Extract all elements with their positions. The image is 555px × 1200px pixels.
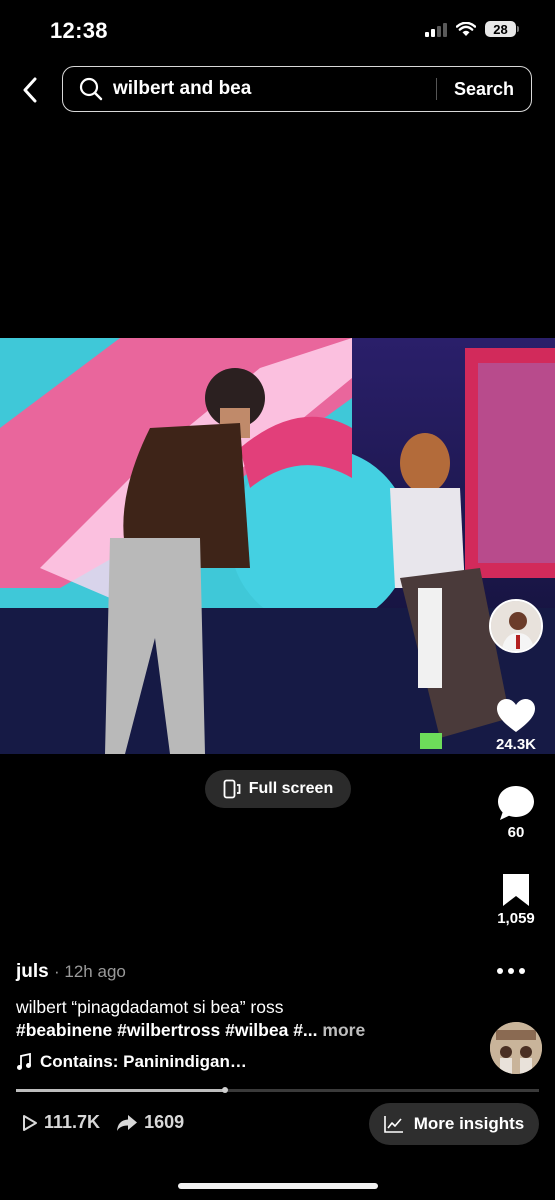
home-indicator[interactable] (178, 1183, 378, 1189)
creator-avatar[interactable] (489, 599, 543, 653)
shares-stat: 1609 (116, 1112, 184, 1133)
caption-text: wilbert “pinagdadamot si bea” ross (16, 997, 284, 1017)
search-button[interactable]: Search (437, 79, 531, 100)
play-icon (23, 1114, 37, 1131)
wifi-icon (456, 21, 476, 36)
comment-icon (498, 786, 534, 820)
search-input[interactable]: wilbert and bea (113, 78, 436, 100)
search-bar[interactable]: wilbert and bea Search (62, 66, 532, 112)
post-time: · 12h ago (54, 962, 126, 981)
more-insights-button[interactable]: More insights (369, 1103, 539, 1145)
sound-avatar[interactable] (490, 1022, 542, 1074)
comment-count: 60 (507, 824, 525, 841)
video-frame (0, 338, 555, 754)
author-line: juls · 12h ago (16, 961, 126, 983)
heart-icon (497, 699, 535, 732)
battery-icon: 28 (485, 21, 519, 37)
status-time: 12:38 (50, 18, 108, 43)
save-button[interactable]: 1,059 (486, 872, 546, 927)
post-stats: 111.7K 1609 (22, 1112, 184, 1133)
fullscreen-button[interactable]: Full screen (205, 770, 351, 808)
music-title: Contains: Paninindigan… (40, 1052, 247, 1071)
bookmark-icon (503, 874, 529, 906)
share-icon (117, 1114, 138, 1131)
cellular-signal-icon (425, 21, 447, 37)
battery-level: 28 (485, 21, 516, 37)
more-dots-icon (497, 968, 503, 974)
more-insights-label: More insights (413, 1114, 525, 1133)
search-icon (79, 77, 103, 101)
shares-count: 1609 (144, 1112, 185, 1132)
back-button[interactable] (14, 72, 46, 108)
more-options-button[interactable] (497, 968, 525, 974)
comment-button[interactable]: 60 (486, 784, 546, 841)
video-player[interactable] (0, 338, 555, 754)
plays-count: 111.7K (44, 1112, 101, 1132)
fullscreen-icon (223, 779, 241, 799)
author-name[interactable]: juls (16, 961, 49, 982)
sound-avatar-image (490, 1022, 542, 1074)
music-note-icon (17, 1053, 31, 1070)
like-button[interactable]: 24.3K (486, 698, 546, 753)
caption-more-link[interactable]: more (322, 1020, 365, 1040)
music-info[interactable]: Contains: Paninindigan… (16, 1052, 247, 1072)
plays-stat: 111.7K (22, 1112, 100, 1133)
video-progress-fill (16, 1089, 226, 1092)
like-count: 24.3K (495, 736, 537, 753)
insights-chart-icon (383, 1116, 403, 1133)
video-progress-knob[interactable] (222, 1087, 229, 1093)
status-icons: 28 (425, 21, 519, 37)
fullscreen-label: Full screen (248, 780, 334, 797)
caption-hashtags[interactable]: #beabinene #wilbertross #wilbea #... (16, 1020, 318, 1040)
save-count: 1,059 (497, 910, 535, 927)
post-caption: wilbert “pinagdadamot si bea” ross #beab… (16, 996, 436, 1042)
video-progress-bar[interactable] (16, 1087, 539, 1093)
back-icon (23, 77, 37, 103)
